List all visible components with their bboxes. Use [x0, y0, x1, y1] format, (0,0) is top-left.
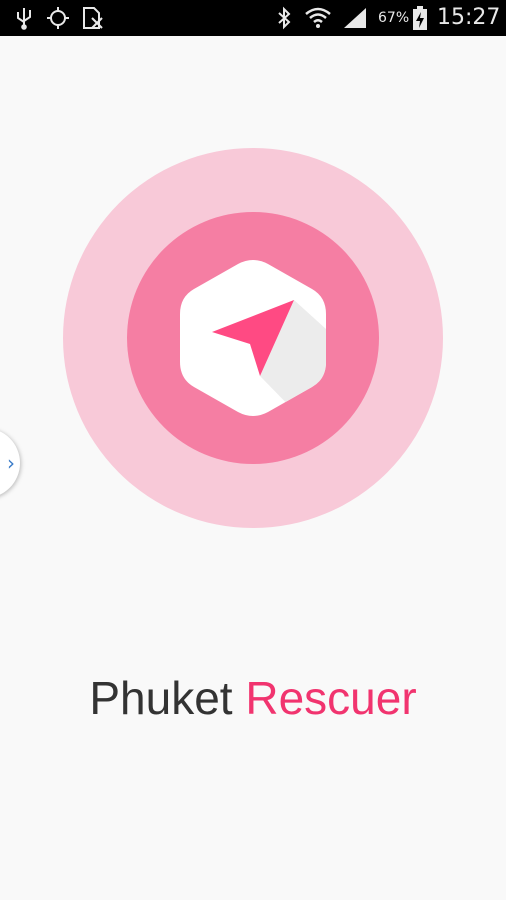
bluetooth-icon [276, 0, 292, 36]
chevron-right-icon: › [7, 451, 15, 475]
status-bar: 67% 15:27 [0, 0, 506, 36]
app-title-phuket: Phuket [89, 672, 233, 724]
app-title-rescuer: Rescuer [245, 672, 417, 724]
app-title: Phuket Rescuer [0, 670, 506, 726]
gps-icon [46, 0, 70, 36]
side-drawer-tab[interactable]: › [0, 428, 20, 498]
usb-icon [14, 0, 34, 36]
no-sim-icon [82, 0, 104, 36]
navigation-arrow-icon [180, 260, 326, 416]
battery-percent: 67% [378, 10, 410, 26]
clock: 15:27 [437, 5, 501, 30]
signal-icon [342, 0, 368, 36]
battery-charging-icon [412, 0, 428, 36]
logo-badge [180, 258, 326, 422]
wifi-icon [304, 0, 332, 36]
